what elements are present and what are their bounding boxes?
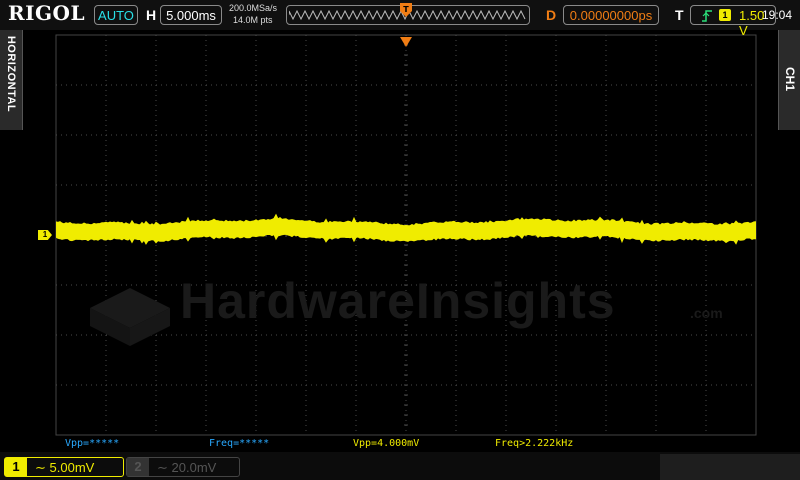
watermark-suffix: .com (690, 305, 723, 321)
measurement-vpp-2: Vpp=4.000mV (353, 438, 420, 449)
ch1-menu-tab[interactable]: CH1 (778, 30, 800, 130)
measurement-freq-1: Freq=***** (209, 438, 270, 449)
brand-logo: RIGOL (8, 1, 86, 25)
ch1-menu-label: CH1 (783, 66, 797, 91)
ac-coupling-icon: ∼ (35, 460, 50, 475)
horizontal-menu-label: HORIZONTAL (5, 35, 17, 113)
trigger-position-icon: T (400, 3, 412, 17)
ch1-scale-value: 5.00mV (49, 460, 95, 475)
ch2-scale: ∼ 20.0mV (157, 460, 216, 476)
watermark-logo-icon (80, 268, 175, 353)
ch2-scale-tab[interactable]: 2 ∼ 20.0mV (126, 457, 240, 477)
ch1-number: 1 (5, 458, 27, 476)
trigger-label: T (675, 7, 684, 23)
ac-coupling-icon: ∼ (157, 460, 172, 475)
timebase-display[interactable]: 5.000ms (160, 5, 222, 25)
measurement-freq-2: Freq>2.222kHz (495, 438, 574, 449)
delay-value: 0.00000000ps (569, 8, 653, 23)
svg-text:T: T (403, 5, 409, 14)
watermark: HardwareInsights (180, 273, 616, 329)
run-mode-text: AUTO (98, 8, 134, 23)
oscilloscope-screen: HardwareInsights .com 1 RIGOL AUTO H 5.0… (0, 0, 800, 480)
sample-rate: 200.0MSa/s (229, 3, 278, 13)
run-mode-indicator[interactable]: AUTO (94, 5, 138, 25)
ch1-scale-tab[interactable]: 1 ∼ 5.00mV (4, 457, 124, 477)
delay-label: D (546, 7, 557, 23)
rising-edge-icon (702, 10, 712, 22)
memory-depth: 14.0M pts (233, 15, 273, 25)
delay-display[interactable]: 0.00000000ps (563, 5, 659, 25)
ch1-waveform (56, 213, 756, 245)
trigger-source-badge: 1 (719, 9, 731, 21)
measurement-vpp-1: Vpp=***** (65, 438, 120, 449)
ch2-scale-value: 20.0mV (171, 460, 217, 475)
horizontal-label: H (146, 7, 157, 23)
clock-panel (660, 454, 800, 480)
ch1-scale: ∼ 5.00mV (35, 460, 94, 476)
top-status-bar: RIGOL AUTO H 5.000ms 200.0MSa/s 14.0M pt… (0, 0, 800, 38)
bottom-status-bar: 1 ∼ 5.00mV 2 ∼ 20.0mV (0, 452, 800, 480)
timebase-value: 5.000ms (166, 8, 216, 23)
trigger-position-marker (400, 37, 412, 47)
horizontal-menu-tab[interactable]: HORIZONTAL (0, 30, 23, 130)
ch2-number: 2 (127, 458, 149, 476)
clock: 19:04 (762, 8, 793, 22)
